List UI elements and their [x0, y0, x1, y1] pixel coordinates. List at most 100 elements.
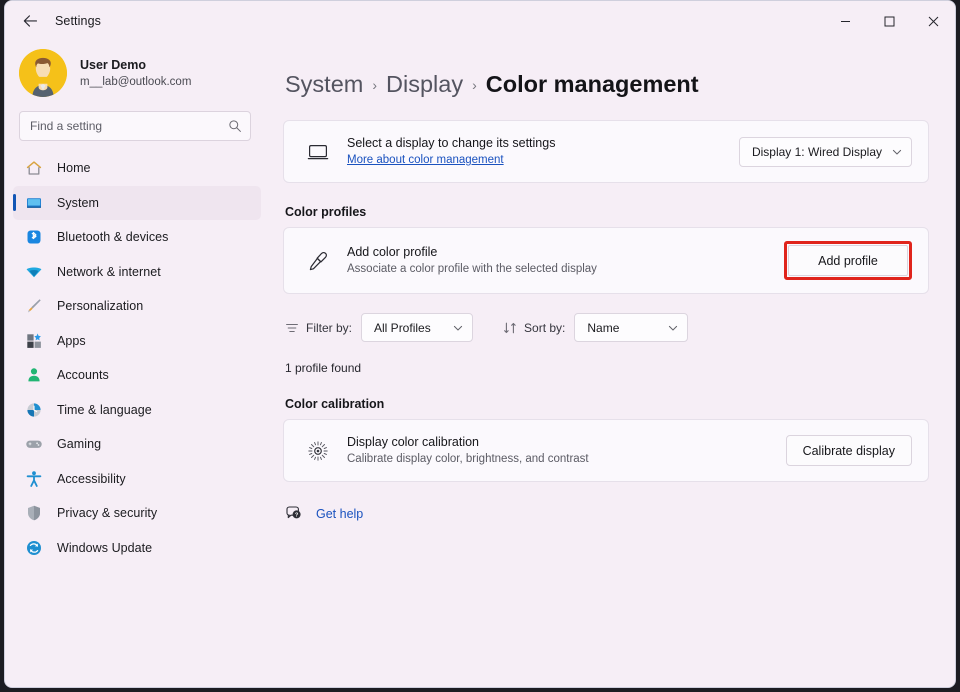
- minimize-icon: [840, 16, 851, 27]
- color-profiles-heading: Color profiles: [285, 205, 929, 219]
- back-button[interactable]: [13, 6, 47, 36]
- close-button[interactable]: [911, 1, 955, 41]
- sort-by-label: Sort by:: [524, 321, 565, 335]
- sidebar: User Demo m__lab@outlook.com: [5, 41, 271, 687]
- sidebar-item-label: Personalization: [57, 299, 143, 313]
- sidebar-item-home[interactable]: Home: [13, 151, 261, 185]
- sidebar-item-label: Accessibility: [57, 472, 126, 486]
- sidebar-item-accessibility[interactable]: Accessibility: [13, 462, 261, 496]
- help-icon: ?: [285, 505, 302, 522]
- add-color-profile-title: Add color profile: [347, 243, 784, 261]
- get-help-label: Get help: [316, 507, 363, 521]
- display-color-calibration-title: Display color calibration: [347, 433, 786, 451]
- window-title: Settings: [55, 14, 101, 28]
- chevron-down-icon: [892, 147, 902, 157]
- monitor-outline-icon: [305, 141, 331, 163]
- get-help-link[interactable]: ? Get help: [285, 505, 363, 522]
- breadcrumb-separator: ›: [372, 77, 377, 93]
- apps-icon: [25, 332, 43, 350]
- sidebar-item-system[interactable]: System: [13, 186, 261, 220]
- search-input[interactable]: [30, 119, 228, 133]
- sidebar-item-bluetooth-devices[interactable]: Bluetooth & devices: [13, 220, 261, 254]
- filter-by-value: All Profiles: [374, 321, 431, 335]
- add-color-profile-text: Add color profile Associate a color prof…: [347, 243, 784, 278]
- sort-by-value: Name: [587, 321, 619, 335]
- breadcrumb-separator: ›: [472, 77, 477, 93]
- update-icon: [25, 539, 43, 557]
- display-color-calibration-subtitle: Calibrate display color, brightness, and…: [347, 451, 786, 468]
- paintbrush-icon: [25, 297, 43, 315]
- window-body: User Demo m__lab@outlook.com: [5, 41, 955, 687]
- wifi-icon: [25, 263, 43, 281]
- search-box[interactable]: [19, 111, 251, 141]
- svg-text:?: ?: [295, 513, 299, 519]
- close-icon: [928, 16, 939, 27]
- sort-by-group: Sort by: Name: [503, 313, 688, 342]
- sidebar-item-accounts[interactable]: Accounts: [13, 358, 261, 392]
- breadcrumb-item-system[interactable]: System: [285, 71, 363, 98]
- main-content: System › Display › Color management Sele…: [271, 41, 955, 687]
- maximize-button[interactable]: [867, 1, 911, 41]
- page-title: Color management: [486, 71, 699, 98]
- sidebar-item-gaming[interactable]: Gaming: [13, 427, 261, 461]
- sidebar-item-label: Windows Update: [57, 541, 152, 555]
- add-color-profile-subtitle: Associate a color profile with the selec…: [347, 261, 784, 278]
- sidebar-item-apps[interactable]: Apps: [13, 324, 261, 358]
- sidebar-item-label: Time & language: [57, 403, 152, 417]
- search-icon: [228, 119, 242, 133]
- sidebar-item-label: Bluetooth & devices: [57, 230, 168, 244]
- add-profile-button[interactable]: Add profile: [788, 245, 908, 276]
- maximize-icon: [884, 16, 895, 27]
- breadcrumb: System › Display › Color management: [283, 71, 929, 98]
- display-select-title: Select a display to change its settings: [347, 134, 739, 152]
- back-arrow-icon: [22, 13, 39, 30]
- accessibility-icon: [25, 470, 43, 488]
- calibrate-display-button[interactable]: Calibrate display: [786, 435, 912, 466]
- sidebar-item-windows-update[interactable]: Windows Update: [13, 531, 261, 565]
- filter-by-dropdown[interactable]: All Profiles: [361, 313, 473, 342]
- chevron-down-icon: [453, 323, 463, 333]
- more-about-color-management-link[interactable]: More about color management: [347, 152, 739, 169]
- color-calibration-heading: Color calibration: [285, 397, 929, 411]
- account-text: User Demo m__lab@outlook.com: [80, 57, 191, 90]
- filter-by-label: Filter by:: [306, 321, 352, 335]
- display-select-card: Select a display to change its settings …: [283, 120, 929, 183]
- sidebar-item-label: Accounts: [57, 368, 109, 382]
- sort-by-dropdown[interactable]: Name: [574, 313, 688, 342]
- home-icon: [25, 159, 43, 177]
- add-color-profile-card: Add color profile Associate a color prof…: [283, 227, 929, 294]
- account-name: User Demo: [80, 57, 191, 74]
- sidebar-item-personalization[interactable]: Personalization: [13, 289, 261, 323]
- add-profile-highlight: Add profile: [784, 241, 912, 280]
- avatar-person-icon: [19, 49, 67, 97]
- display-color-calibration-text: Display color calibration Calibrate disp…: [347, 433, 786, 468]
- chevron-down-icon: [668, 323, 678, 333]
- sidebar-item-time-language[interactable]: Time & language: [13, 393, 261, 427]
- sidebar-item-label: Gaming: [57, 437, 101, 451]
- display-select-text: Select a display to change its settings …: [347, 134, 739, 169]
- breadcrumb-item-display[interactable]: Display: [386, 71, 463, 98]
- profile-result-count: 1 profile found: [285, 361, 929, 375]
- avatar: [19, 49, 67, 97]
- monitor-icon: [25, 194, 43, 212]
- minimize-button[interactable]: [823, 1, 867, 41]
- window-controls: [823, 1, 955, 41]
- sidebar-item-label: Home: [57, 161, 91, 175]
- sidebar-item-label: Network & internet: [57, 265, 161, 279]
- filter-by-group: Filter by: All Profiles: [285, 313, 473, 342]
- account-email: m__lab@outlook.com: [80, 74, 191, 90]
- display-select-dropdown[interactable]: Display 1: Wired Display: [739, 137, 912, 167]
- gamepad-icon: [25, 435, 43, 453]
- sidebar-item-privacy-security[interactable]: Privacy & security: [13, 496, 261, 530]
- settings-window: Settings: [4, 0, 956, 688]
- shield-icon: [25, 504, 43, 522]
- title-bar: Settings: [5, 1, 955, 41]
- brightness-icon: [305, 440, 331, 462]
- person-icon: [25, 366, 43, 384]
- sidebar-item-network-internet[interactable]: Network & internet: [13, 255, 261, 289]
- account-block[interactable]: User Demo m__lab@outlook.com: [5, 41, 265, 109]
- profile-filter-row: Filter by: All Profiles Sort by:: [285, 313, 929, 342]
- filter-icon: [285, 321, 299, 335]
- display-select-value: Display 1: Wired Display: [752, 145, 882, 159]
- eyedropper-icon: [305, 250, 331, 272]
